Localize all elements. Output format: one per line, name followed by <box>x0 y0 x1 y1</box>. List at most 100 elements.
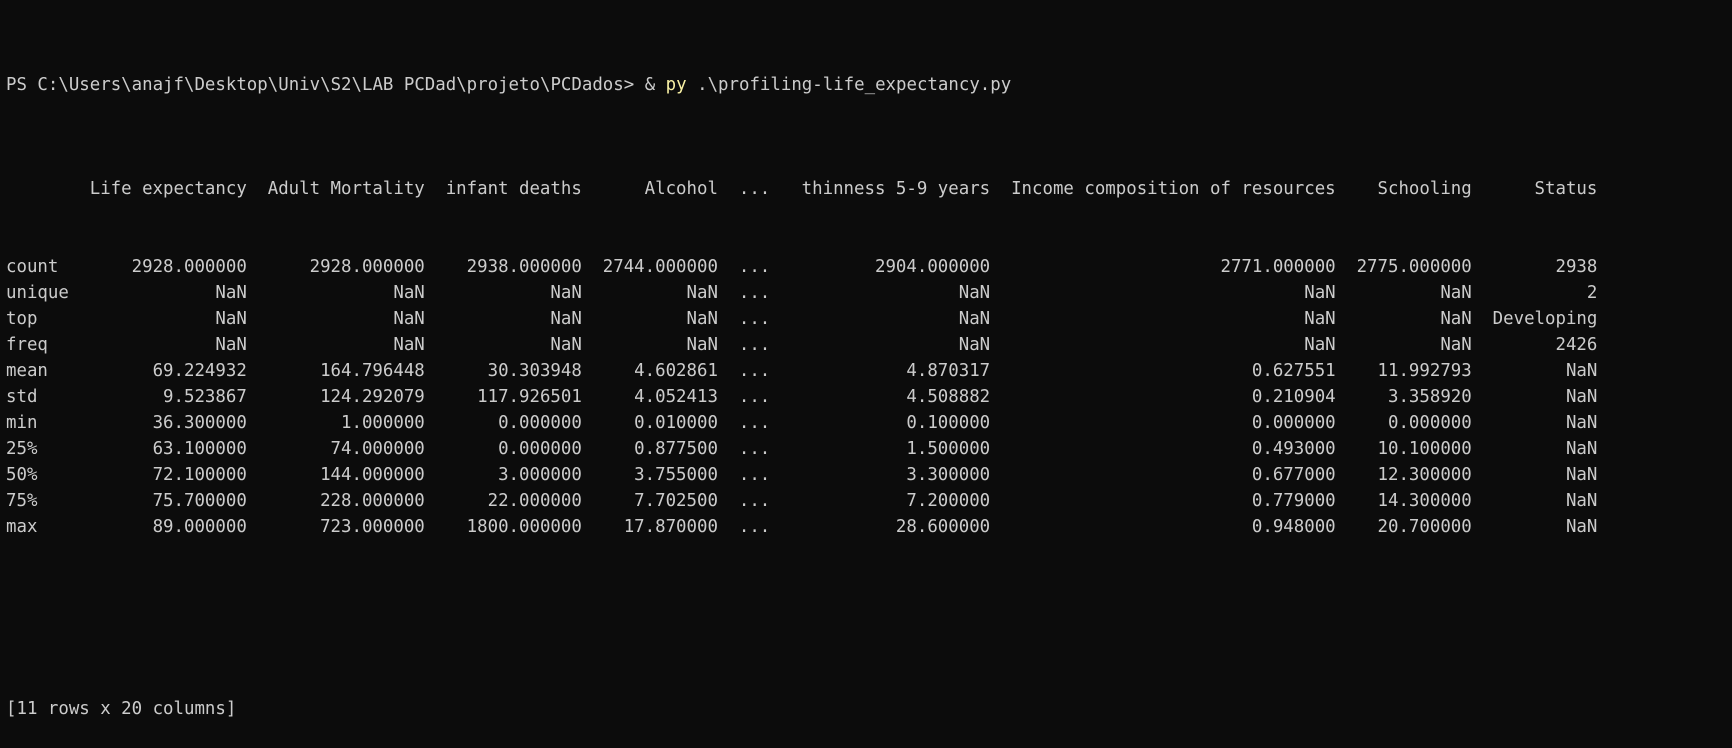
table-cell: 3.300000 <box>906 465 991 485</box>
table-cell: NaN <box>550 335 582 355</box>
table-cell: 2744.000000 <box>602 257 718 277</box>
table-cell: NaN <box>215 283 247 303</box>
table-cell: NaN <box>393 283 425 303</box>
table-cell: NaN <box>1565 517 1598 537</box>
table-cell: 63.100000 <box>152 439 247 459</box>
table-cell: ... <box>738 387 771 407</box>
table-row: mean 69.224932 164.796448 30.303948 4.602861… <box>6 358 1732 384</box>
table-row: top NaN NaN NaN NaN... NaN NaN NaN Developing <box>6 306 1732 332</box>
table-cell: NaN <box>1565 465 1598 485</box>
row-label: min <box>6 413 38 433</box>
table-cell: 10.100000 <box>1377 439 1472 459</box>
table-cell: 2 <box>1586 283 1598 303</box>
row-label: count <box>6 257 59 277</box>
table-cell: ... <box>738 439 771 459</box>
table-cell: 36.300000 <box>152 413 247 433</box>
table-cell: Developing <box>1492 309 1598 329</box>
terminal-window: { "prompt": { "path": "PS C:\\Users\\ana… <box>0 0 1732 719</box>
table-cell: 723.000000 <box>320 517 425 537</box>
table-row: freq NaN NaN NaN NaN... NaN NaN NaN 2426 <box>6 332 1732 358</box>
column-header: Income composition of resources <box>1011 179 1336 199</box>
row-label: mean <box>6 361 48 381</box>
table-cell: 0.010000 <box>634 413 718 433</box>
table-cell: 7.200000 <box>906 491 991 511</box>
table-cell: 0.000000 <box>498 413 582 433</box>
table-cell: 2928.000000 <box>131 257 247 277</box>
table-cell: 3.000000 <box>498 465 582 485</box>
table-row: std 9.523867 124.292079 117.926501 4.052413.… <box>6 384 1732 410</box>
table-cell: 3.755000 <box>634 465 718 485</box>
table-cell: 2426 <box>1555 335 1598 355</box>
table-cell: NaN <box>1565 413 1598 433</box>
table-cell: 0.000000 <box>1251 413 1336 433</box>
table-cell: ... <box>738 335 771 355</box>
terminal-output: PS C:\Users\anajf\Desktop\Univ\S2\LAB PC… <box>6 20 1732 719</box>
table-cell: NaN <box>215 335 247 355</box>
row-label: unique <box>6 283 69 303</box>
command-name: py <box>665 75 687 95</box>
column-header: thinness 5-9 years <box>801 179 991 199</box>
table-cell: NaN <box>686 309 718 329</box>
table-cell: NaN <box>686 283 718 303</box>
table-cell: 1.000000 <box>341 413 425 433</box>
table-cell: NaN <box>393 309 425 329</box>
table-cell: NaN <box>1304 283 1336 303</box>
table-cell: ... <box>738 361 771 381</box>
table-cell: 22.000000 <box>487 491 582 511</box>
table-cell: NaN <box>1565 491 1598 511</box>
table-row: max 89.000000 723.000000 1800.000000 17.8700… <box>6 514 1732 540</box>
table-cell: NaN <box>1565 439 1598 459</box>
table-cell: 4.602861 <box>634 361 718 381</box>
summary-line: [11 rows x 20 columns] <box>6 699 237 719</box>
table-cell: 164.796448 <box>320 361 425 381</box>
column-header: Adult Mortality <box>267 179 425 199</box>
table-row: 75% 75.700000 228.000000 22.000000 7.702500.… <box>6 488 1732 514</box>
table-cell: NaN <box>1440 335 1472 355</box>
table-cell: 3.358920 <box>1387 387 1472 407</box>
describe-table-body: count 2928.000000 2928.000000 2938.000000 27… <box>6 254 1732 540</box>
table-cell: 4.870317 <box>906 361 991 381</box>
table-cell: NaN <box>1565 361 1598 381</box>
table-cell: NaN <box>1565 387 1598 407</box>
table-cell: NaN <box>686 335 718 355</box>
table-cell: 0.877500 <box>634 439 718 459</box>
table-cell: 9.523867 <box>163 387 247 407</box>
table-cell: 2904.000000 <box>874 257 991 277</box>
table-cell: 89.000000 <box>152 517 247 537</box>
table-cell: NaN <box>215 309 247 329</box>
table-cell: 144.000000 <box>320 465 425 485</box>
table-cell: ... <box>738 257 771 277</box>
table-row: count 2928.000000 2928.000000 2938.000000 27… <box>6 254 1732 280</box>
table-cell: 74.000000 <box>330 439 425 459</box>
table-cell: NaN <box>1304 309 1336 329</box>
table-cell: 0.779000 <box>1251 491 1336 511</box>
table-cell: 28.600000 <box>895 517 991 537</box>
table-cell: 0.210904 <box>1251 387 1336 407</box>
column-header: Alcohol <box>644 179 718 199</box>
table-cell: ... <box>738 491 771 511</box>
table-header-row: Life expectancy Adult Mortality infant dea… <box>6 176 1732 202</box>
column-header: Life expectancy <box>89 179 247 199</box>
table-cell: NaN <box>550 283 582 303</box>
table-cell: 0.000000 <box>498 439 582 459</box>
row-label: 50% <box>6 465 38 485</box>
table-cell: 11.992793 <box>1377 361 1472 381</box>
table-cell: 2928.000000 <box>309 257 425 277</box>
row-label: std <box>6 387 38 407</box>
table-cell: NaN <box>1440 309 1472 329</box>
table-cell: 20.700000 <box>1377 517 1472 537</box>
table-cell: ... <box>738 309 771 329</box>
table-cell: NaN <box>958 335 991 355</box>
prompt-path: PS C:\Users\anajf\Desktop\Univ\S2\LAB PC… <box>6 75 635 95</box>
table-cell: 228.000000 <box>320 491 425 511</box>
table-cell: 30.303948 <box>487 361 582 381</box>
table-cell: 17.870000 <box>623 517 718 537</box>
table-cell: ... <box>738 283 771 303</box>
row-label: 25% <box>6 439 38 459</box>
column-header: Status <box>1534 179 1598 199</box>
table-cell: ... <box>738 413 771 433</box>
table-cell: NaN <box>1440 283 1472 303</box>
table-cell: 4.052413 <box>634 387 718 407</box>
column-header: ... <box>738 179 771 199</box>
